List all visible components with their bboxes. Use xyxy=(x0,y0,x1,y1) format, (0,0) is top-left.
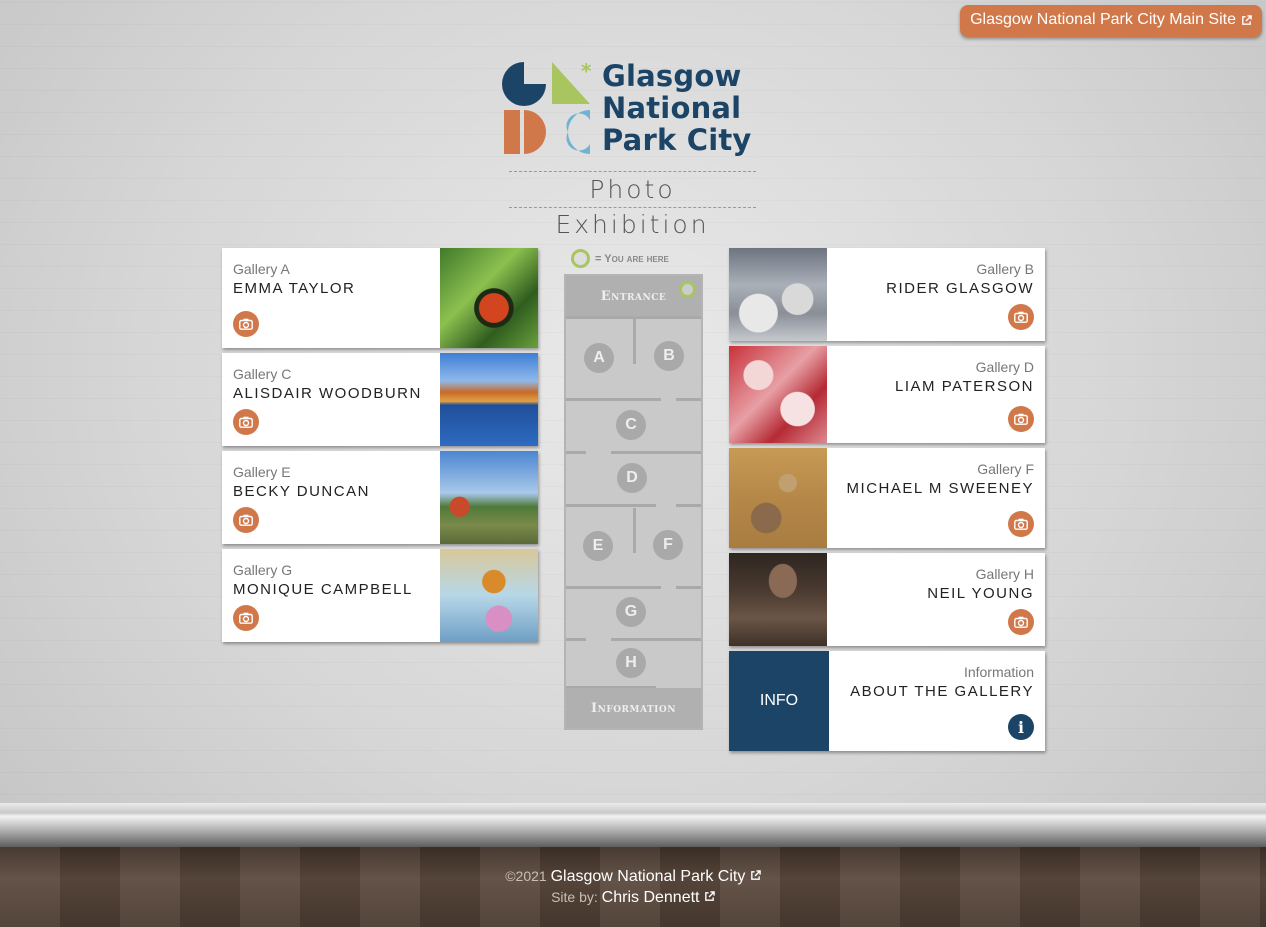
camera-icon[interactable] xyxy=(233,311,259,337)
map-wall xyxy=(566,398,661,401)
artist-name: MONIQUE CAMPBELL xyxy=(233,581,413,598)
info-title: ABOUT THE GALLERY xyxy=(850,683,1034,700)
gallery-label: Gallery F xyxy=(977,461,1034,477)
map-room-a[interactable]: A xyxy=(584,343,614,373)
map-room-c[interactable]: C xyxy=(616,410,646,440)
logo-line-2: National xyxy=(602,91,742,125)
map-room-b[interactable]: B xyxy=(654,341,684,371)
camera-icon[interactable] xyxy=(233,507,259,533)
info-label: Information xyxy=(963,664,1034,680)
external-link-icon xyxy=(1242,14,1252,25)
map-entrance[interactable]: Entrance xyxy=(566,276,701,316)
map-legend-label: = You are here xyxy=(595,252,669,265)
camera-icon[interactable] xyxy=(1008,511,1034,537)
camera-icon[interactable] xyxy=(233,605,259,631)
gallery-card-e[interactable]: Gallery E BECKY DUNCAN xyxy=(222,451,538,544)
gallery-thumbnail-park-path xyxy=(729,553,827,646)
artist-name: MICHAEL M SWEENEY xyxy=(846,480,1034,497)
camera-icon[interactable] xyxy=(1008,304,1034,330)
gallery-thumbnail-butterfly xyxy=(440,248,538,348)
info-card[interactable]: INFO Information ABOUT THE GALLERY i xyxy=(729,651,1045,751)
artist-name: LIAM PATERSON xyxy=(895,378,1034,395)
gallery-card-a[interactable]: Gallery A EMMA TAYLOR xyxy=(222,248,538,348)
artist-name: EMMA TAYLOR xyxy=(233,280,356,297)
org-link-label: Glasgow National Park City xyxy=(550,868,746,885)
map-legend: = You are here xyxy=(571,249,669,268)
gallery-card-d[interactable]: Gallery D LIAM PATERSON xyxy=(729,346,1045,443)
map-wall xyxy=(676,398,701,401)
author-link-label: Chris Dennett xyxy=(601,889,700,906)
map-wall xyxy=(676,586,701,589)
info-icon[interactable]: i xyxy=(1008,714,1034,740)
map-room-h[interactable]: H xyxy=(616,648,646,678)
gallery-floor-map: Entrance A B C D E F G H Information xyxy=(564,274,703,730)
gallery-thumbnail-cyclist xyxy=(440,451,538,544)
gallery-label: Gallery H xyxy=(975,566,1034,582)
gallery-card-h[interactable]: Gallery H NEIL YOUNG xyxy=(729,553,1045,646)
camera-icon[interactable] xyxy=(233,409,259,435)
you-are-here-marker xyxy=(679,281,696,298)
gallery-label: Gallery A xyxy=(233,261,290,277)
gallery-label: Gallery D xyxy=(975,359,1034,375)
artist-name: NEIL YOUNG xyxy=(927,585,1034,602)
map-wall xyxy=(566,451,586,454)
map-wall xyxy=(633,319,636,364)
svg-text:*: * xyxy=(581,60,592,83)
logo-line-3: Park City xyxy=(602,123,752,157)
artist-name: ALISDAIR WOODBURN xyxy=(233,385,422,402)
map-wall xyxy=(566,638,586,641)
gallery-card-b[interactable]: Gallery B RIDER GLASGOW xyxy=(729,248,1045,341)
gallery-card-g[interactable]: Gallery G MONIQUE CAMPBELL xyxy=(222,549,538,642)
gallery-thumbnail-goldfinch xyxy=(729,448,827,548)
org-link[interactable]: Glasgow National Park City xyxy=(551,868,761,885)
gallery-card-f[interactable]: Gallery F MICHAEL M SWEENEY xyxy=(729,448,1045,548)
artist-name: BECKY DUNCAN xyxy=(233,483,370,500)
page-subtitle: Photo Exhibition xyxy=(509,171,756,239)
gallery-thumbnail-frost xyxy=(729,346,827,443)
logo-line-1: Glasgow xyxy=(602,59,742,93)
map-room-d[interactable]: D xyxy=(617,463,647,493)
skirting-board xyxy=(0,803,1266,847)
footer: ©2021 Glasgow National Park City Site by… xyxy=(0,866,1266,908)
logo-title: Glasgow National Park City xyxy=(602,60,752,156)
you-are-here-icon xyxy=(571,249,590,268)
map-room-e[interactable]: E xyxy=(583,531,613,561)
gallery-thumbnail-snow-bikes xyxy=(729,248,827,341)
main-site-link[interactable]: Glasgow National Park City Main Site xyxy=(960,5,1262,37)
gallery-card-c[interactable]: Gallery C ALISDAIR WOODBURN xyxy=(222,353,538,446)
external-link-icon xyxy=(705,891,715,901)
gallery-label: Gallery E xyxy=(233,464,291,480)
info-block: INFO xyxy=(729,651,829,751)
copyright-text: ©2021 xyxy=(505,868,547,884)
map-wall xyxy=(566,504,656,507)
external-link-icon xyxy=(750,870,761,880)
main-site-link-label: Glasgow National Park City Main Site xyxy=(970,11,1236,28)
gallery-thumbnail-lake xyxy=(440,353,538,446)
camera-icon[interactable] xyxy=(1008,406,1034,432)
gallery-label: Gallery B xyxy=(976,261,1034,277)
map-room-g[interactable]: G xyxy=(616,597,646,627)
map-wall xyxy=(611,451,701,454)
camera-icon[interactable] xyxy=(1008,609,1034,635)
artist-name: RIDER GLASGOW xyxy=(886,280,1034,297)
map-wall xyxy=(676,504,701,507)
map-wall xyxy=(566,586,661,589)
map-wall xyxy=(611,638,701,641)
site-logo: * Glasgow National Park City xyxy=(502,60,764,160)
gallery-label: Gallery C xyxy=(233,366,292,382)
map-information[interactable]: Information xyxy=(566,688,701,728)
gallery-label: Gallery G xyxy=(233,562,293,578)
map-room-f[interactable]: F xyxy=(653,530,683,560)
map-wall xyxy=(633,508,636,553)
gallery-thumbnail-butterfly-flower xyxy=(440,549,538,642)
author-link[interactable]: Chris Dennett xyxy=(602,889,715,906)
gnpc-logo-mark: * xyxy=(502,60,592,154)
site-by-text: Site by: xyxy=(551,889,598,905)
